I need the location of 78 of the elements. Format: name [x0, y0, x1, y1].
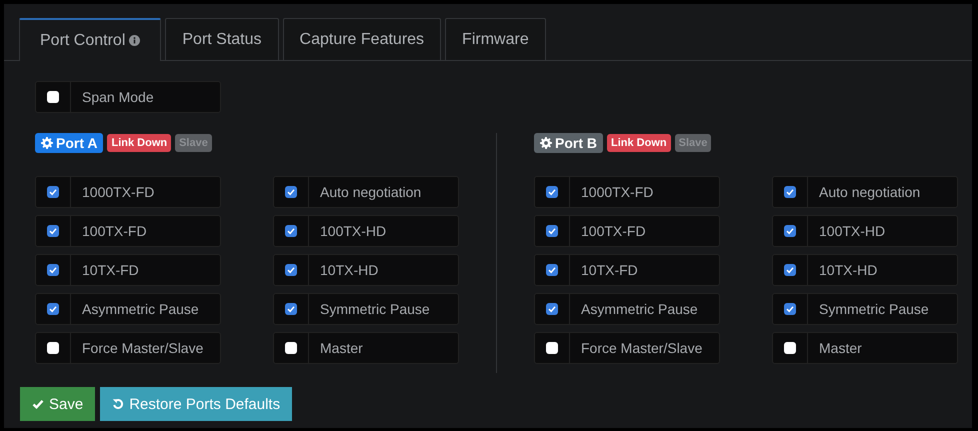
- option-label: Auto negotiation: [818, 183, 920, 202]
- port-badge[interactable]: Port B: [534, 133, 603, 153]
- option-label: 10TX-FD: [81, 261, 139, 280]
- checkbox[interactable]: [784, 264, 796, 276]
- option-label: Symmetric Pause: [818, 300, 929, 319]
- option-label: Force Master/Slave: [580, 339, 702, 358]
- checkbox[interactable]: [285, 342, 297, 354]
- checkbox-option[interactable]: 100TX-FD: [35, 215, 221, 247]
- checkbox-option[interactable]: 1000TX-FD: [35, 176, 221, 208]
- save-button[interactable]: Save: [20, 387, 96, 421]
- option-label: 10TX-FD: [580, 261, 638, 280]
- option-label: 100TX-HD: [319, 222, 386, 241]
- checkbox-option[interactable]: 100TX-HD: [772, 215, 958, 247]
- option-label: 100TX-FD: [81, 222, 147, 241]
- gear-icon: [41, 137, 53, 149]
- tab[interactable]: Port Control: [19, 18, 162, 61]
- gear-icon: [540, 137, 552, 149]
- checkbox[interactable]: [285, 264, 297, 276]
- checkbox[interactable]: [546, 264, 558, 276]
- checkbox[interactable]: [47, 342, 59, 354]
- option-label: 100TX-HD: [818, 222, 886, 241]
- tab[interactable]: Port Status: [165, 18, 279, 60]
- port-badge[interactable]: Port A: [35, 133, 104, 153]
- option-label: Asymmetric Pause: [580, 300, 698, 319]
- checkbox-option[interactable]: 10TX-FD: [534, 254, 720, 286]
- checkbox[interactable]: [47, 186, 59, 198]
- option-label: Symmetric Pause: [319, 300, 430, 319]
- status-badge: Link Down: [607, 134, 671, 152]
- option-label: 100TX-FD: [580, 222, 646, 241]
- checkbox-option[interactable]: Asymmetric Pause: [534, 293, 720, 325]
- checkbox[interactable]: [47, 225, 59, 237]
- checkbox[interactable]: [546, 342, 558, 354]
- option-label: Master: [319, 339, 363, 358]
- option-label: Asymmetric Pause: [81, 300, 199, 319]
- checkbox[interactable]: [546, 225, 558, 237]
- checkbox-option[interactable]: Asymmetric Pause: [35, 293, 221, 325]
- option-label: 1000TX-FD: [81, 183, 154, 202]
- checkbox[interactable]: [784, 186, 796, 198]
- option-label: 10TX-HD: [818, 261, 878, 280]
- checkbox-option[interactable]: Span Mode: [35, 81, 221, 113]
- tab[interactable]: Capture Features: [282, 18, 442, 60]
- checkbox-option[interactable]: 10TX-FD: [35, 254, 221, 286]
- option-label: 1000TX-FD: [580, 183, 654, 202]
- checkbox-option[interactable]: Symmetric Pause: [273, 293, 459, 325]
- checkbox-option[interactable]: Master: [273, 332, 459, 364]
- port-name: Port A: [56, 135, 98, 151]
- checkbox[interactable]: [47, 91, 59, 103]
- checkbox-option[interactable]: Force Master/Slave: [534, 332, 720, 364]
- check-icon: [32, 398, 44, 410]
- option-label: Force Master/Slave: [81, 339, 204, 358]
- checkbox[interactable]: [546, 303, 558, 315]
- checkbox[interactable]: [546, 186, 558, 198]
- checkbox-option[interactable]: 10TX-HD: [273, 254, 459, 286]
- checkbox-option[interactable]: Auto negotiation: [273, 176, 459, 208]
- checkbox[interactable]: [784, 225, 796, 237]
- checkbox-option[interactable]: Auto negotiation: [772, 176, 958, 208]
- checkbox[interactable]: [784, 342, 796, 354]
- checkbox-option[interactable]: Symmetric Pause: [772, 293, 958, 325]
- checkbox[interactable]: [784, 303, 796, 315]
- checkbox-option[interactable]: 1000TX-FD: [534, 176, 720, 208]
- status-badge: Link Down: [107, 134, 172, 152]
- checkbox-option[interactable]: 100TX-HD: [273, 215, 459, 247]
- undo-icon: [112, 398, 124, 410]
- tab[interactable]: Firmware: [445, 18, 546, 60]
- option-label: Master: [818, 339, 862, 358]
- checkbox-option[interactable]: 100TX-FD: [534, 215, 720, 247]
- checkbox-option[interactable]: Force Master/Slave: [35, 332, 221, 364]
- checkbox[interactable]: [285, 303, 297, 315]
- checkbox[interactable]: [47, 303, 59, 315]
- option-label: 10TX-HD: [319, 261, 378, 280]
- option-label: Span Mode: [81, 88, 154, 107]
- option-label: Auto negotiation: [319, 183, 422, 202]
- checkbox[interactable]: [285, 225, 297, 237]
- port-name: Port B: [555, 135, 597, 151]
- checkbox[interactable]: [285, 186, 297, 198]
- checkbox-option[interactable]: Master: [772, 332, 958, 364]
- checkbox-option[interactable]: 10TX-HD: [772, 254, 958, 286]
- checkbox[interactable]: [47, 264, 59, 276]
